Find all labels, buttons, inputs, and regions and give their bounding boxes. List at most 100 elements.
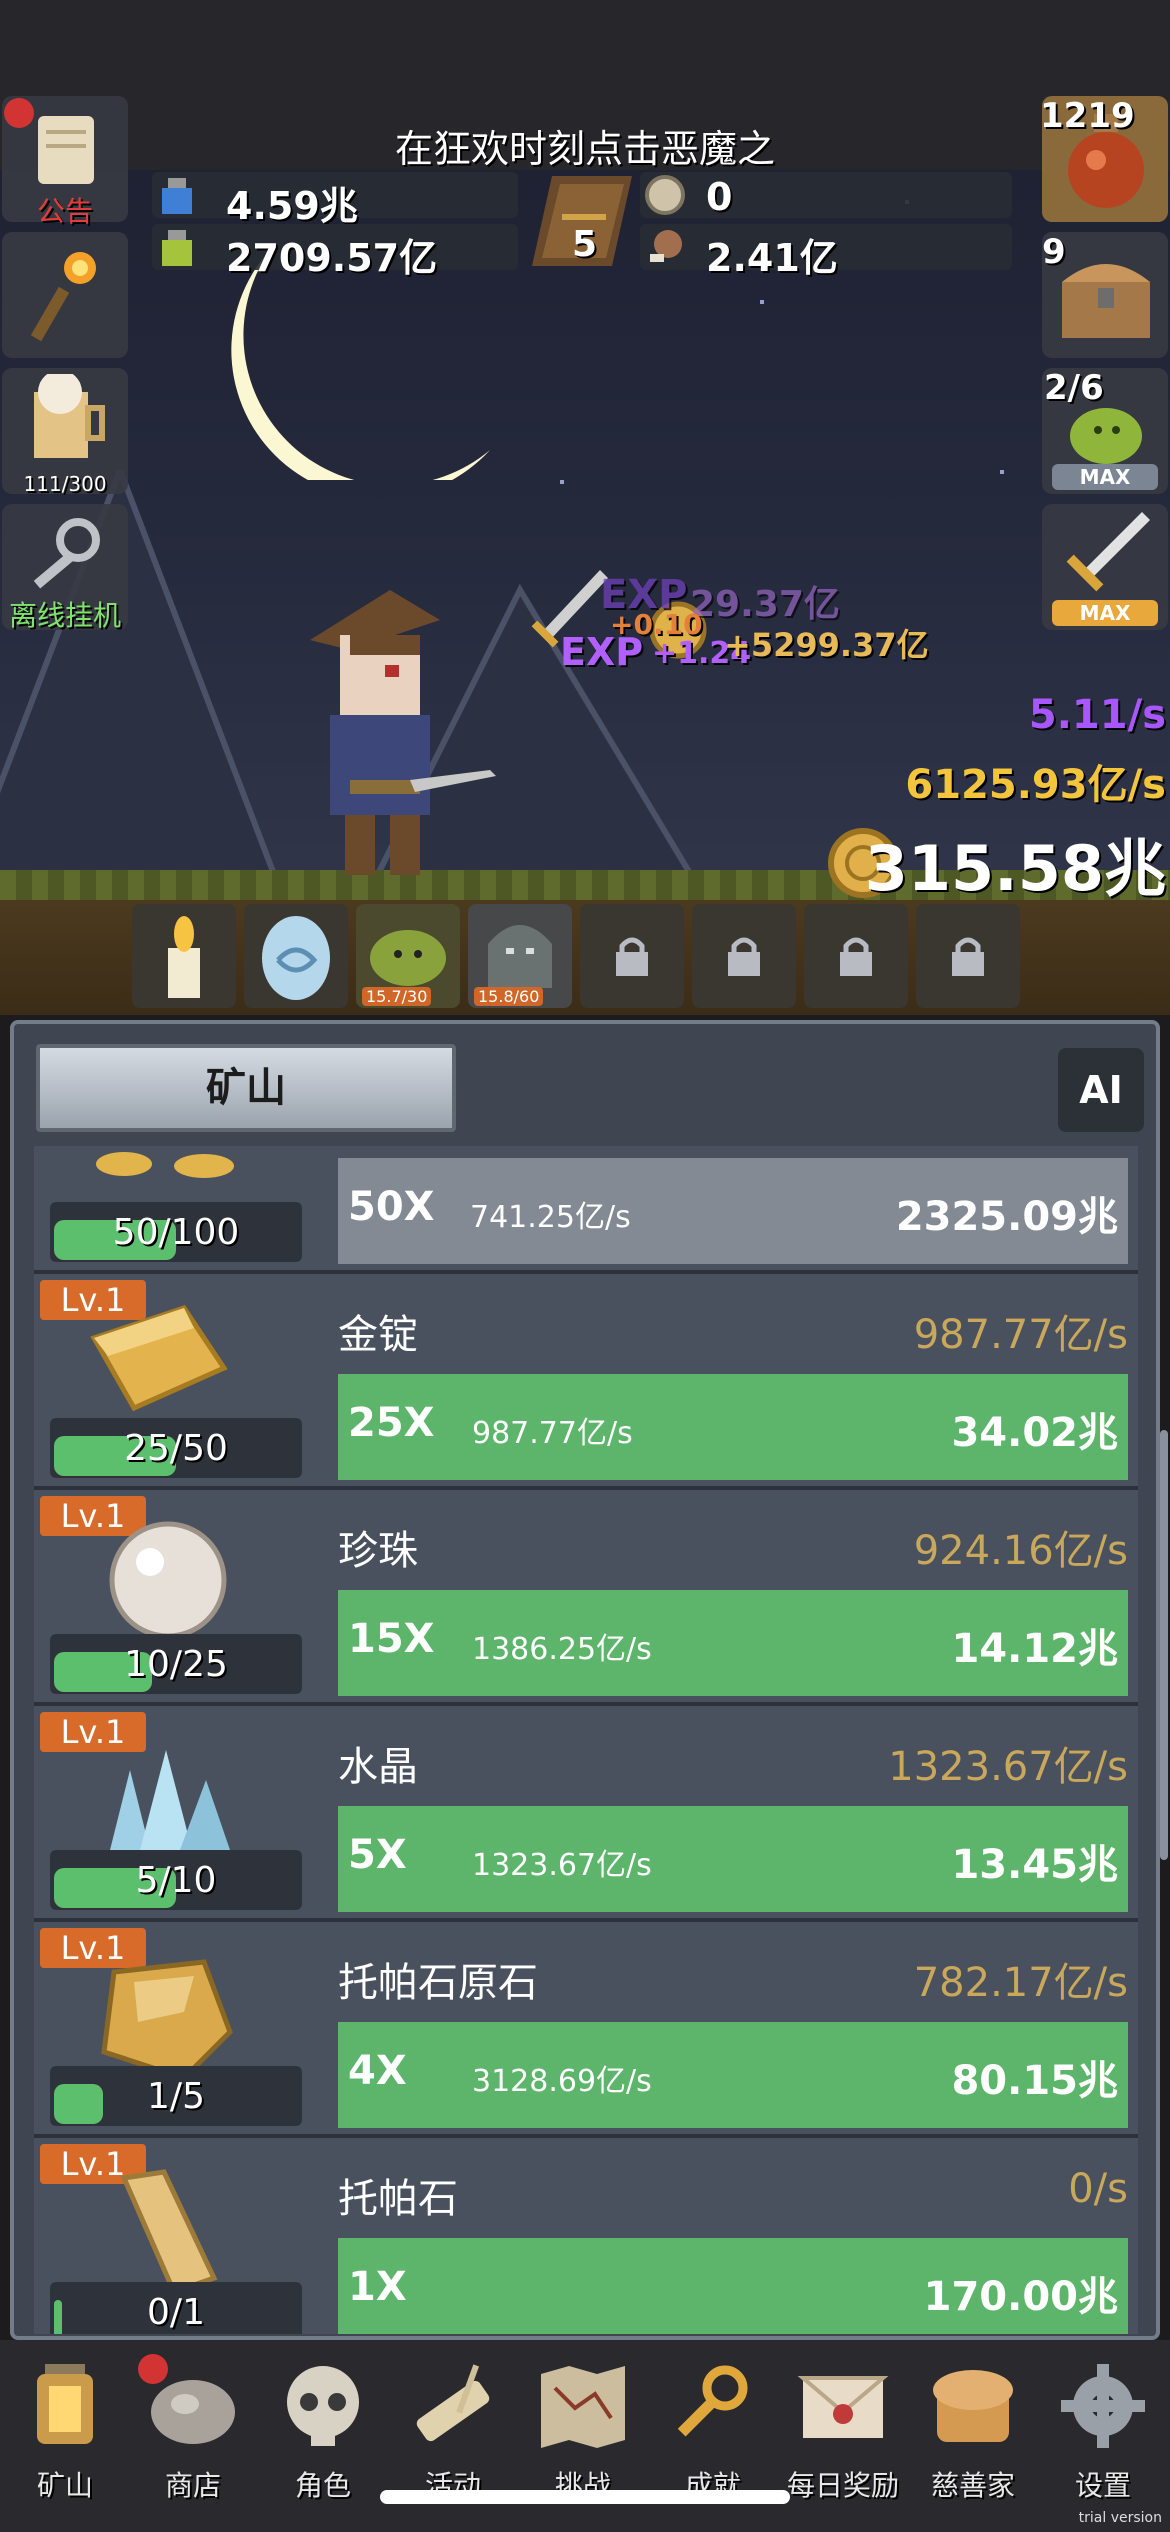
lock-icon xyxy=(728,937,760,976)
blue-potion-icon xyxy=(162,178,192,214)
resource-rate: 782.17亿/s xyxy=(913,1960,1128,2006)
offline-idle-label: 离线挂机 xyxy=(8,599,121,632)
gold-coins-icon xyxy=(96,1152,234,1178)
gold-float-text: +5299.37亿 xyxy=(724,626,929,664)
notice-label: 公告 xyxy=(36,195,93,228)
progress-text: 1/5 xyxy=(147,2076,205,2117)
potion-button[interactable]: 1219 xyxy=(1040,96,1168,222)
buy-button[interactable]: 15X 1386.25亿/s 14.12兆 xyxy=(338,1590,1128,1696)
topaz-ore-icon xyxy=(101,1959,233,2081)
nav-mine[interactable]: 矿山 xyxy=(0,2358,130,2508)
green-potion-icon xyxy=(162,230,192,266)
buy-button[interactable]: 25X 987.77亿/s 34.02兆 xyxy=(338,1374,1128,1480)
nav-label: 角色 xyxy=(294,2469,351,2502)
scroll-icon xyxy=(38,116,94,184)
torch-button[interactable] xyxy=(2,232,128,358)
resource-list[interactable]: 50/100 50X 741.25亿/s 2325.09兆 Lv.1 25/50… xyxy=(34,1146,1138,2334)
progress-text: 10/25 xyxy=(124,1644,228,1685)
buy-cost: 170.00兆 xyxy=(923,2274,1118,2320)
currency-meat: 2.41亿 xyxy=(640,224,1012,280)
silver-coin-icon xyxy=(645,175,685,215)
buy-button[interactable]: 50X 741.25亿/s 2325.09兆 xyxy=(338,1158,1128,1264)
nav-character[interactable]: 角色 xyxy=(258,2358,388,2508)
nav-settings[interactable]: 设置 xyxy=(1038,2358,1168,2508)
pet-slot-locked[interactable] xyxy=(916,904,1020,1008)
buy-cost: 34.02兆 xyxy=(951,1410,1118,1456)
nav-label: 每日奖励 xyxy=(786,2469,899,2502)
resource-rate: 1323.67亿/s xyxy=(888,1744,1128,1790)
progress-text: 25/50 xyxy=(124,1428,228,1469)
max-tag: MAX xyxy=(1052,464,1158,490)
progress-bar: 10/25 xyxy=(50,1634,302,1694)
game-scene[interactable]: EXP 29.37亿 +0.10 EXP +1.24 +5299.37亿 在狂欢… xyxy=(0,0,1170,1015)
buy-multiplier: 25X xyxy=(348,1400,435,1446)
buy-cost: 2325.09兆 xyxy=(895,1194,1118,1240)
mine-tab-button[interactable]: 矿山 xyxy=(36,1044,456,1132)
buy-multiplier: 1X xyxy=(348,2264,407,2310)
book-count: 5 xyxy=(572,224,598,265)
beer-mug-icon xyxy=(34,374,105,458)
beer-mug-button[interactable]: 111/300 xyxy=(2,368,128,496)
slime-button[interactable]: 2/6 MAX xyxy=(1042,368,1168,494)
nav-challenge[interactable]: 挑战 xyxy=(518,2358,648,2508)
letter-icon xyxy=(797,2376,889,2438)
offline-idle-button[interactable]: 离线挂机 xyxy=(2,504,128,632)
buy-multiplier: 50X xyxy=(348,1184,435,1230)
progress-bar: 0/1 xyxy=(50,2282,302,2334)
lock-icon xyxy=(616,937,648,976)
pet-slot[interactable] xyxy=(132,904,236,1008)
pet-progress: 15.8/60 xyxy=(474,987,544,1006)
pirate-hero-character[interactable] xyxy=(290,580,500,880)
currency-value: 4.59兆 xyxy=(226,184,358,228)
resource-row: 50/100 50X 741.25亿/s 2325.09兆 xyxy=(34,1146,1138,1270)
buy-cost: 13.45兆 xyxy=(951,1842,1118,1888)
nav-philanthropist[interactable]: 慈善家 xyxy=(908,2358,1038,2508)
notice-button[interactable]: 公告 xyxy=(2,96,128,228)
resource-rate: 987.77亿/s xyxy=(913,1312,1128,1358)
candle-icon xyxy=(168,916,200,998)
exp-rate: 5.11/s xyxy=(1028,692,1166,738)
pet-slot[interactable]: 15.7/30 xyxy=(356,904,460,1008)
list-scrollbar[interactable] xyxy=(1160,1430,1168,1860)
nav-shop[interactable]: 商店 xyxy=(128,2354,258,2508)
nav-daily-reward[interactable]: 每日奖励 xyxy=(778,2358,908,2508)
buy-button[interactable]: 4X 3128.69亿/s 80.15兆 xyxy=(338,2022,1128,2128)
map-icon xyxy=(541,2366,625,2448)
currency-value: 2709.57亿 xyxy=(226,236,438,280)
nav-label: 设置 xyxy=(1074,2469,1131,2502)
ai-button[interactable]: AI xyxy=(1058,1048,1144,1132)
torch-icon xyxy=(30,252,96,342)
buy-button[interactable]: 5X 1323.67亿/s 13.45兆 xyxy=(338,1806,1128,1912)
progress-bar: 5/10 xyxy=(50,1850,302,1910)
gold-ingot-icon xyxy=(90,1305,228,1412)
notification-dot xyxy=(138,2354,168,2384)
currency-blue-potion: 4.59兆 xyxy=(152,172,518,228)
bread-icon xyxy=(933,2370,1013,2442)
sword-button[interactable]: MAX xyxy=(1042,504,1168,630)
home-indicator[interactable] xyxy=(380,2490,790,2504)
pet-slot[interactable] xyxy=(244,904,348,1008)
currency-value: 2.41亿 xyxy=(706,236,838,280)
pet-slot-locked[interactable] xyxy=(692,904,796,1008)
currency-panel: 4.59兆 2709.57亿 5 0 2.41亿 xyxy=(152,168,1012,280)
pet-slot[interactable]: 15.8/60 xyxy=(468,904,572,1008)
nav-achievement[interactable]: 成就 xyxy=(648,2358,778,2508)
chest-button[interactable]: 9 xyxy=(1042,232,1168,358)
buy-rate: 987.77亿/s xyxy=(472,1416,633,1451)
buy-button[interactable]: 1X 170.00兆 xyxy=(338,2238,1128,2334)
nav-label: 矿山 xyxy=(36,2469,93,2502)
nav-event[interactable]: 活动 xyxy=(388,2358,518,2508)
buy-cost: 14.12兆 xyxy=(951,1626,1118,1672)
resource-rate: 924.16亿/s xyxy=(913,1528,1128,1574)
max-tag: MAX xyxy=(1052,600,1158,626)
currency-value: 0 xyxy=(706,175,733,219)
scroll-quill-icon xyxy=(416,2364,490,2442)
progress-bar: 1/5 xyxy=(50,2066,302,2126)
pet-slot-locked[interactable] xyxy=(804,904,908,1008)
currency-green-potion: 2709.57亿 xyxy=(152,224,518,280)
nav-label: 慈善家 xyxy=(930,2469,1015,2502)
mine-panel: 矿山 AI 50/100 50X 741.25亿/s 2325.09兆 Lv.1… xyxy=(10,1020,1160,2340)
pet-slot-locked[interactable] xyxy=(580,904,684,1008)
slime-count: 2/6 xyxy=(1044,368,1104,408)
skull-icon xyxy=(287,2366,359,2446)
